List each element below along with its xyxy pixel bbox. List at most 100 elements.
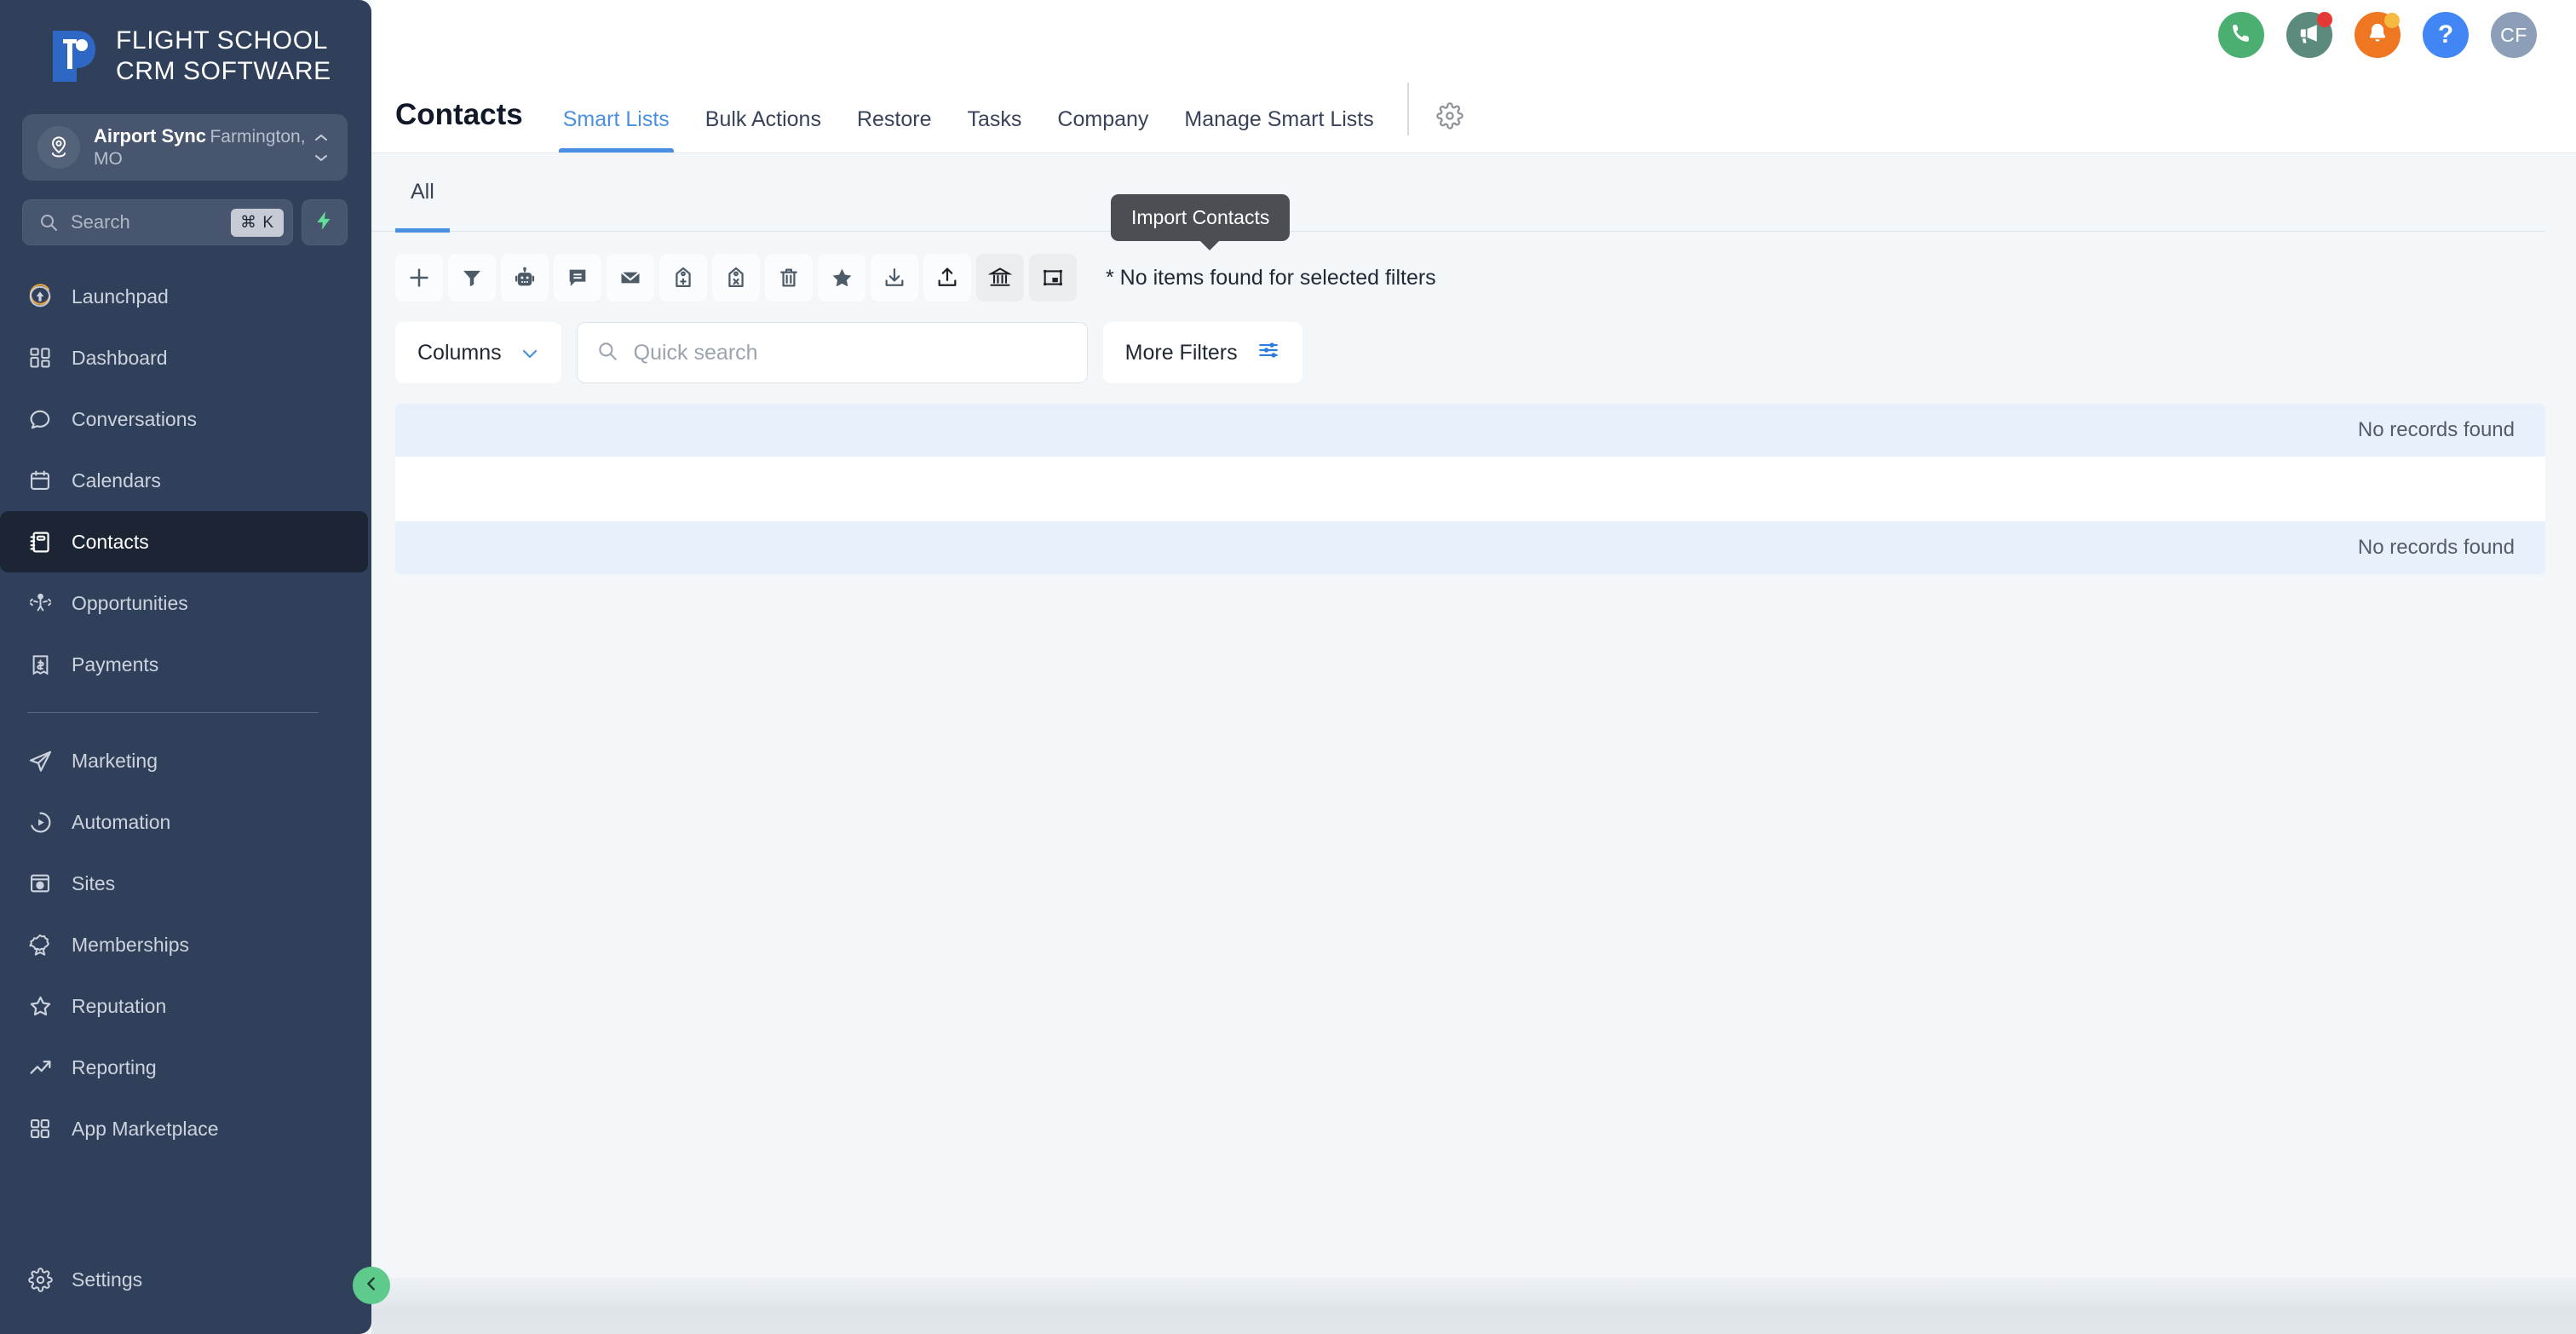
tab-bulk-actions[interactable]: Bulk Actions bbox=[687, 107, 839, 152]
sidebar-item-automation[interactable]: Automation bbox=[0, 791, 371, 853]
download-icon bbox=[883, 266, 906, 290]
tab-tasks[interactable]: Tasks bbox=[950, 107, 1040, 152]
sidebar-item-label: Marketing bbox=[72, 749, 158, 772]
org-name: Airport Sync bbox=[94, 124, 207, 147]
phone-icon bbox=[2229, 21, 2253, 49]
sidebar-item-payments[interactable]: Payments bbox=[0, 634, 371, 695]
search-icon bbox=[38, 212, 59, 233]
no-records-header-text: No records found bbox=[2357, 418, 2515, 441]
top-bar-actions: ? CF bbox=[2218, 12, 2537, 58]
upload-icon bbox=[935, 266, 959, 290]
rocket-launch-icon bbox=[27, 284, 53, 309]
content-area: All * No items found for selected filter… bbox=[371, 153, 2576, 1334]
notifications-button[interactable] bbox=[2355, 12, 2401, 58]
gear-icon bbox=[27, 1267, 53, 1292]
sidebar-collapse-button[interactable] bbox=[353, 1267, 390, 1304]
sidebar-item-contacts[interactable]: Contacts bbox=[0, 511, 368, 572]
tab-smart-lists[interactable]: Smart Lists bbox=[545, 107, 687, 152]
sidebar-item-label: Sites bbox=[72, 871, 116, 894]
smart-list-tab-all[interactable]: All bbox=[395, 153, 450, 233]
sidebar-item-reputation[interactable]: Reputation bbox=[0, 975, 371, 1037]
filter-button[interactable] bbox=[448, 254, 496, 302]
add-contact-button[interactable] bbox=[395, 254, 443, 302]
crop-frame-icon bbox=[1041, 266, 1065, 290]
sidebar-item-label: Payments bbox=[72, 653, 159, 676]
more-filters-button[interactable]: More Filters bbox=[1102, 322, 1302, 383]
quick-search-input[interactable] bbox=[633, 340, 1068, 365]
tab-company[interactable]: Company bbox=[1039, 107, 1166, 152]
sidebar-item-label: Automation bbox=[72, 810, 171, 833]
sidebar-item-marketing[interactable]: Marketing bbox=[0, 730, 371, 791]
table-body bbox=[395, 457, 2545, 521]
sidebar-item-conversations[interactable]: Conversations bbox=[0, 388, 371, 450]
contacts-toolbar: * No items found for selected filters Im… bbox=[371, 194, 2576, 302]
sidebar-item-label: Memberships bbox=[72, 933, 190, 956]
org-switcher[interactable]: Airport Sync Farmington, MO bbox=[22, 114, 348, 181]
add-to-automation-button[interactable] bbox=[501, 254, 549, 302]
calendar-icon bbox=[27, 468, 53, 493]
app-grid-icon bbox=[27, 1116, 53, 1141]
table-header-row: No records found bbox=[395, 404, 2545, 457]
sidebar-item-label: Contacts bbox=[72, 530, 149, 553]
bank-button[interactable] bbox=[976, 254, 1024, 302]
chevron-left-icon bbox=[362, 1274, 381, 1297]
delete-button[interactable] bbox=[765, 254, 813, 302]
tab-manage-smart-lists[interactable]: Manage Smart Lists bbox=[1166, 107, 1391, 152]
sidebar-item-label: Launchpad bbox=[72, 285, 169, 308]
smart-list-tabs: All bbox=[371, 153, 2545, 233]
app-logo-text: FLIGHT SCHOOL CRM SOFTWARE bbox=[116, 26, 331, 85]
send-email-button[interactable] bbox=[607, 254, 654, 302]
status-text: * No items found for selected filters bbox=[1106, 265, 1436, 290]
help-button[interactable]: ? bbox=[2423, 12, 2469, 58]
message-icon bbox=[566, 266, 589, 290]
tab-restore[interactable]: Restore bbox=[839, 107, 950, 152]
sidebar-item-label: Opportunities bbox=[72, 591, 188, 614]
notification-badge bbox=[2317, 12, 2332, 27]
sidebar-item-app-marketplace[interactable]: App Marketplace bbox=[0, 1098, 371, 1159]
quick-search-field[interactable] bbox=[576, 322, 1088, 383]
sidebar-item-opportunities[interactable]: Opportunities bbox=[0, 572, 371, 634]
trash-icon bbox=[777, 266, 801, 290]
search-input[interactable]: Search ⌘ K bbox=[22, 199, 293, 245]
search-icon bbox=[596, 340, 618, 366]
chevron-up-down-icon[interactable] bbox=[312, 134, 331, 161]
avatar[interactable]: CF bbox=[2491, 12, 2537, 58]
question-icon: ? bbox=[2437, 20, 2454, 49]
favorite-button[interactable] bbox=[818, 254, 865, 302]
contact-book-icon bbox=[27, 529, 53, 555]
payments-bill-icon bbox=[27, 652, 53, 677]
import-contacts-button[interactable] bbox=[923, 254, 971, 302]
contacts-settings-button[interactable] bbox=[1424, 102, 1475, 152]
announcements-button[interactable] bbox=[2286, 12, 2332, 58]
award-ribbon-icon bbox=[27, 932, 53, 957]
sidebar-item-label: Conversations bbox=[72, 407, 198, 430]
sidebar-item-sites[interactable]: Sites bbox=[0, 853, 371, 914]
sidebar-item-label: Settings bbox=[72, 1268, 143, 1291]
filters-row: Columns More Filters bbox=[371, 302, 2576, 383]
send-sms-button[interactable] bbox=[554, 254, 601, 302]
tag-remove-icon bbox=[724, 266, 748, 290]
dashboard-grid-icon bbox=[27, 345, 53, 371]
export-contacts-button[interactable] bbox=[871, 254, 918, 302]
browser-globe-icon bbox=[27, 871, 53, 896]
add-tag-button[interactable] bbox=[659, 254, 707, 302]
sidebar-item-calendars[interactable]: Calendars bbox=[0, 450, 371, 511]
sidebar-item-settings[interactable]: Settings bbox=[0, 1249, 371, 1310]
sidebar-nav: Launchpad Dashboard Conversations Calend… bbox=[0, 266, 371, 1249]
tabs-divider bbox=[1406, 83, 1409, 135]
restore-view-button[interactable] bbox=[1029, 254, 1077, 302]
call-button[interactable] bbox=[2218, 12, 2264, 58]
columns-dropdown[interactable]: Columns bbox=[395, 322, 561, 383]
star-filled-icon bbox=[830, 266, 854, 290]
remove-tag-button[interactable] bbox=[712, 254, 760, 302]
sidebar-item-launchpad[interactable]: Launchpad bbox=[0, 266, 371, 327]
sidebar-item-dashboard[interactable]: Dashboard bbox=[0, 327, 371, 388]
top-bar: ? CF Contacts Smart Lists Bulk Actions R… bbox=[371, 0, 2576, 153]
app-logo[interactable]: FLIGHT SCHOOL CRM SOFTWARE bbox=[0, 0, 371, 102]
sidebar-item-memberships[interactable]: Memberships bbox=[0, 914, 371, 975]
sidebar-item-reporting[interactable]: Reporting bbox=[0, 1037, 371, 1098]
gear-icon bbox=[1436, 102, 1463, 133]
quick-action-button[interactable] bbox=[302, 199, 348, 245]
page-tabs: Contacts Smart Lists Bulk Actions Restor… bbox=[371, 67, 1475, 152]
sidebar-footer: Settings bbox=[0, 1249, 371, 1334]
